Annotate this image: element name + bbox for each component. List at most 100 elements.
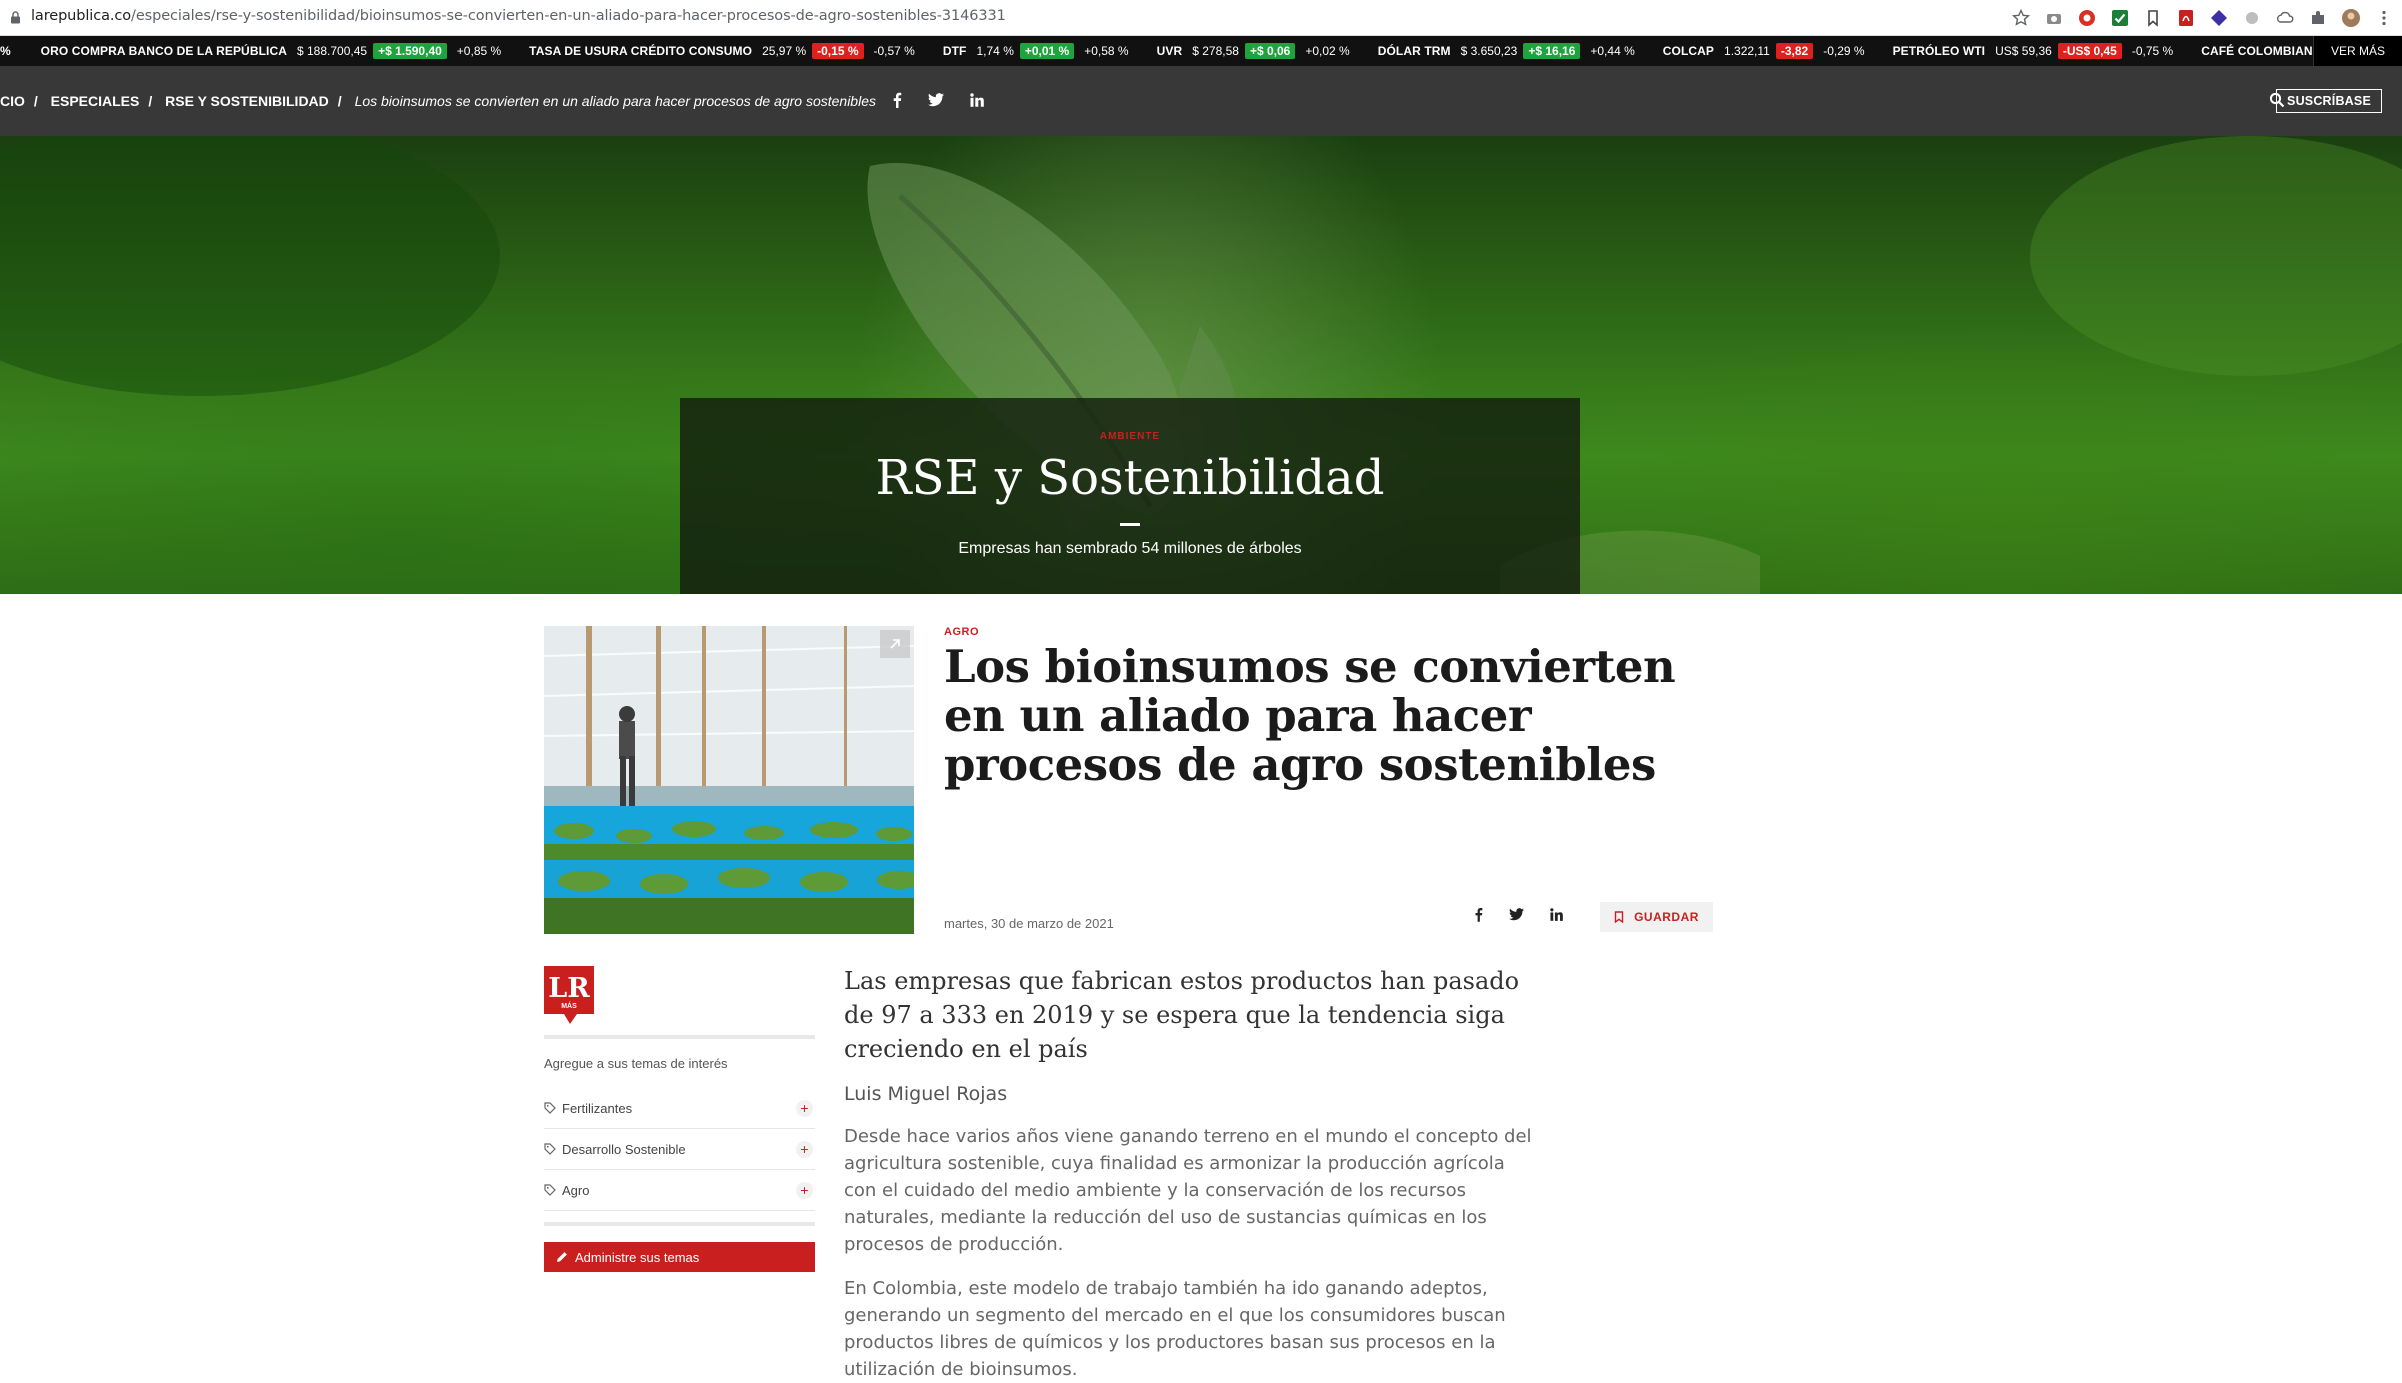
lr-logo-sub: MÁS [561, 1001, 577, 1010]
tag-icon [544, 1184, 556, 1196]
bookmark-icon [1614, 911, 1624, 923]
add-topic-button[interactable]: + [796, 1182, 813, 1199]
extension-purple-icon[interactable] [2209, 8, 2229, 28]
article-category[interactable]: AGRO [944, 626, 979, 638]
twitter-icon[interactable] [928, 93, 944, 112]
star-icon[interactable] [2011, 8, 2031, 28]
ticker-item[interactable]: DÓLAR TRM $ 3.650,23 +$ 16,16 +0,44 % [1378, 43, 1635, 59]
linkedin-icon[interactable] [970, 93, 984, 112]
article-author[interactable]: Luis Miguel Rojas [844, 1083, 1007, 1105]
ticker-name: ORO COMPRA BANCO DE LA REPÚBLICA [40, 44, 287, 58]
ticker-change: +$ 16,16 [1523, 43, 1581, 59]
ticker-item[interactable]: PETRÓLEO WTI US$ 59,36 -US$ 0,45 -0,75 % [1892, 43, 2173, 59]
ticker-value: $ 3.650,23 [1460, 44, 1518, 58]
ticker-name: UVR [1156, 44, 1183, 58]
ticker-change: -3,82 [1775, 43, 1814, 59]
breadcrumb-item-inicio[interactable]: CIO [0, 93, 25, 109]
linkedin-icon[interactable] [1550, 908, 1563, 926]
ticker-item[interactable]: UVR $ 278,58 +$ 0,06 +0,02 % [1157, 43, 1350, 59]
camera-icon[interactable] [2044, 8, 2064, 28]
ticker-value: $ 188.700,45 [296, 44, 368, 58]
lr-logo-text: LR [548, 973, 590, 1004]
topics-intro: Agregue a sus temas de interés [544, 1056, 728, 1071]
url-path: /especiales/rse-y-sostenibilidad/bioinsu… [131, 8, 1006, 24]
browser-address-bar: larepublica.co/especiales/rse-y-sostenib… [0, 0, 2402, 36]
ver-mas-button[interactable]: VER MÁS [2313, 36, 2402, 66]
breadcrumb-separator: / [148, 93, 153, 109]
topic-item-agro[interactable]: Agro + [544, 1170, 815, 1211]
article-paragraph: En Colombia, este modelo de trabajo tamb… [844, 1278, 1506, 1380]
manage-topics-button[interactable]: Administre sus temas [544, 1242, 815, 1272]
bookmark-icon[interactable] [2143, 8, 2163, 28]
puzzle-icon[interactable] [2308, 8, 2328, 28]
facebook-icon[interactable] [1474, 907, 1483, 927]
article-headline: Los bioinsumos se convierten en un aliad… [944, 640, 1676, 791]
facebook-icon[interactable] [892, 92, 902, 113]
breadcrumb-item-especiales[interactable]: ESPECIALES [51, 93, 140, 109]
expand-arrow-icon [890, 639, 900, 649]
sidebar-divider [544, 1222, 815, 1226]
lr-mas-logo[interactable]: LR MÁS [544, 966, 596, 1028]
ticker-leading-fragment: % [0, 44, 11, 58]
topic-item-fertilizantes[interactable]: Fertilizantes + [544, 1088, 815, 1129]
ticker-percent: -0,29 % [1823, 44, 1865, 58]
topic-label: Desarrollo Sostenible [562, 1141, 686, 1157]
ticker-change: +$ 1.590,40 [373, 43, 447, 59]
ticker-change: +$ 0,06 [1244, 43, 1296, 59]
save-button-label: GUARDAR [1634, 910, 1699, 924]
topic-label: Agro [562, 1182, 590, 1198]
lock-icon [11, 11, 20, 24]
article-photo [544, 626, 914, 934]
breadcrumb: CIO / ESPECIALES / RSE Y SOSTENIBILIDAD / L… [0, 93, 885, 109]
ticker-name: DTF [942, 44, 967, 58]
ticker-change: -0,15 % [812, 43, 864, 59]
ticker-name: TASA DE USURA CRÉDITO CONSUMO [529, 44, 753, 58]
browser-toolbar-icons [2011, 7, 2394, 29]
breadcrumb-item-rse[interactable]: RSE Y SOSTENIBILIDAD [165, 93, 329, 109]
sidebar-divider [544, 1035, 815, 1039]
ticker-name: COLCAP [1662, 44, 1715, 58]
market-ticker: % ORO COMPRA BANCO DE LA REPÚBLICA $ 188.… [0, 36, 2402, 66]
hero-title[interactable]: RSE y Sostenibilidad [680, 450, 1580, 506]
ticker-value: US$ 59,36 [1995, 44, 2052, 58]
hero-caption-box[interactable]: AMBIENTE RSE y Sostenibilidad Empresas h… [680, 398, 1580, 594]
add-topic-button[interactable]: + [796, 1100, 813, 1117]
expand-image-button[interactable] [880, 630, 910, 658]
save-button[interactable]: GUARDAR [1600, 902, 1713, 932]
extension-red-icon[interactable] [2077, 8, 2097, 28]
cloud-icon[interactable] [2275, 8, 2295, 28]
tag-icon [544, 1143, 556, 1155]
hero-kicker: AMBIENTE [1099, 431, 1161, 442]
manage-topics-label: Administre sus temas [575, 1249, 700, 1265]
ticker-name: CAFÉ COLOMBIAN MI [2201, 44, 2330, 58]
ticker-item[interactable]: ORO COMPRA BANCO DE LA REPÚBLICA $ 188.70… [40, 43, 501, 59]
ticker-percent: +0,44 % [1590, 44, 1635, 58]
topic-item-desarrollo-sostenible[interactable]: Desarrollo Sostenible + [544, 1129, 815, 1170]
ticker-item[interactable]: COLCAP 1.322,11 -3,82 -0,29 % [1663, 43, 1865, 59]
ticker-change: +0,01 % [1019, 43, 1075, 59]
pdf-icon[interactable] [2176, 8, 2196, 28]
ticker-name: PETRÓLEO WTI [1892, 44, 1986, 58]
add-topic-button[interactable]: + [796, 1141, 813, 1158]
url-field[interactable]: larepublica.co/especiales/rse-y-sostenib… [31, 8, 1006, 24]
ticker-item[interactable]: DTF 1,74 % +0,01 % +0,58 % [943, 43, 1129, 59]
ticker-name: DÓLAR TRM [1377, 44, 1451, 58]
subscribe-button[interactable]: SUSCRÍBASE [2276, 89, 2382, 113]
ticker-item[interactable]: TASA DE USURA CRÉDITO CONSUMO 25,97 % -0,1… [529, 43, 915, 59]
hero-divider [1120, 523, 1140, 526]
ticker-change: -US$ 0,45 [2057, 43, 2122, 59]
ticker-percent: -0,57 % [873, 44, 915, 58]
ticker-value: $ 278,58 [1192, 44, 1239, 58]
hero-subtitle[interactable]: Empresas han sembrado 54 millones de árb… [680, 540, 1580, 558]
article-paragraph: Desde hace varios años viene ganando ter… [844, 1126, 1532, 1255]
more-vertical-icon[interactable] [2374, 8, 2394, 28]
checkmark-extension-icon[interactable] [2110, 8, 2130, 28]
avatar[interactable] [2341, 8, 2361, 28]
topic-label: Fertilizantes [562, 1100, 633, 1116]
circle-icon[interactable] [2242, 8, 2262, 28]
tag-icon [544, 1102, 556, 1114]
twitter-icon[interactable] [1509, 908, 1524, 926]
greenhouse-image [544, 626, 914, 934]
article-date: martes, 30 de marzo de 2021 [944, 916, 1114, 931]
breadcrumb-separator: / [33, 93, 38, 109]
